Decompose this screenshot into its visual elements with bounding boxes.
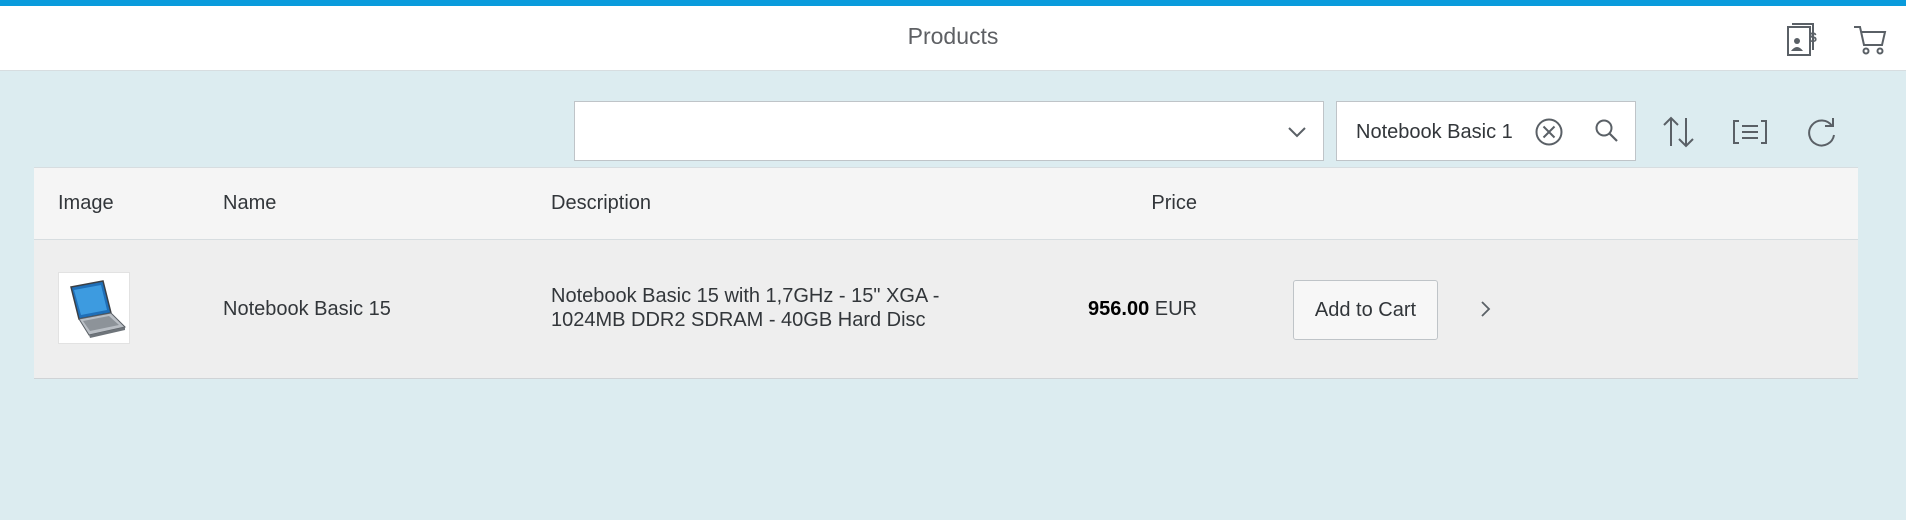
category-select[interactable] — [574, 101, 1324, 161]
product-description: Notebook Basic 15 with 1,7GHz - 15" XGA … — [551, 285, 940, 331]
table-toolbar: Notebook Basic 1 — [0, 100, 1906, 161]
product-price: 956.00 EUR — [1024, 298, 1197, 321]
svg-text:$: $ — [1809, 29, 1817, 45]
chevron-down-icon[interactable] — [1287, 122, 1307, 147]
column-header-description: Description — [551, 192, 652, 214]
search-input[interactable]: Notebook Basic 1 — [1356, 121, 1521, 144]
chevron-right-icon[interactable] — [1479, 299, 1493, 324]
billing-document-icon[interactable]: $ — [1782, 20, 1822, 60]
products-table: Image Name Description Price Notebook Ba… — [34, 167, 1858, 379]
table-row[interactable]: Notebook Basic 15 Notebook Basic 15 with… — [34, 240, 1858, 379]
page-title: Products — [907, 23, 999, 49]
group-icon[interactable] — [1728, 110, 1772, 154]
product-image — [58, 272, 130, 344]
column-header-price: Price — [1151, 192, 1197, 214]
column-header-name: Name — [223, 192, 277, 214]
price-currency: EUR — [1154, 298, 1197, 320]
price-amount: 956.00 — [1088, 298, 1150, 320]
search-field[interactable]: Notebook Basic 1 — [1336, 101, 1636, 161]
app-header: Products $ — [0, 6, 1906, 71]
refresh-icon[interactable] — [1800, 110, 1844, 154]
add-to-cart-button[interactable]: Add to Cart — [1293, 280, 1438, 340]
product-name: Notebook Basic 15 — [223, 298, 391, 320]
table-header: Image Name Description Price — [34, 167, 1858, 240]
column-header-image: Image — [58, 192, 114, 214]
search-icon[interactable] — [1594, 118, 1620, 149]
shopping-cart-icon[interactable] — [1850, 20, 1890, 60]
clear-icon[interactable] — [1534, 117, 1564, 152]
sort-icon[interactable] — [1657, 110, 1701, 154]
